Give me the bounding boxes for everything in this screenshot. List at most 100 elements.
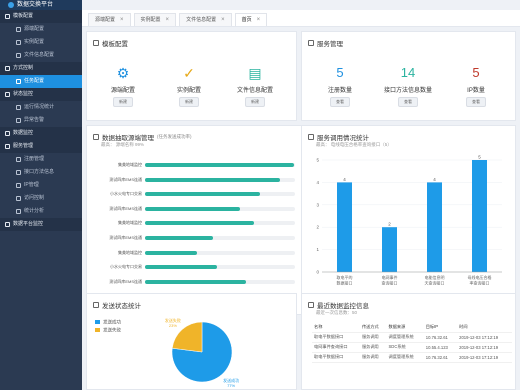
service-call-card: 服务调用情况统计 最高： 电线电压合格率查询接口（5） 0 1 2 3 4 5 4 取电平的数…: [301, 125, 516, 315]
stat-label: 文件信息配置: [236, 88, 273, 94]
close-icon[interactable]: ×: [221, 14, 225, 27]
y-tick-label: 0: [316, 270, 319, 275]
sidebar-group[interactable]: 模板配置: [0, 10, 82, 23]
sidebar-item-label: 文件信息配置: [24, 52, 55, 58]
x-tick-label: 电能信息明: [425, 274, 445, 280]
table-row[interactable]: 取电平数据接口 服务调用 调度管理系统 10.76.32.61 2019-12-03 1…: [312, 332, 512, 343]
menu-icon: [16, 40, 21, 45]
bar-value-label: 2: [388, 222, 391, 227]
column-header: 数据来源: [386, 322, 424, 333]
legend-swatch: [95, 320, 100, 324]
sidebar-item[interactable]: 访问控制: [0, 192, 82, 205]
stat-label: 源端配置: [110, 88, 135, 94]
source-name: 集美地域监控: [118, 220, 142, 226]
slice-label: 77%: [227, 383, 235, 388]
sidebar-item-label: 异常告警: [24, 117, 45, 123]
menu-icon: [5, 14, 10, 19]
template-config-card: 模板配置 ⚙ 源端配置 新建 ✓ 实例配置 新建 ▤ 文件信息配置 新建: [86, 31, 297, 121]
x-tick-label: 电网事件: [382, 274, 398, 280]
source-name: 测试四库EMS连通: [109, 278, 142, 284]
sidebar-item[interactable]: 实例配置: [0, 36, 82, 49]
y-tick-label: 3: [316, 202, 319, 207]
progress-track: [145, 177, 295, 182]
tab[interactable]: 文件信息配置 ×: [179, 13, 232, 26]
table-cell: 10.55.4.123: [423, 342, 458, 353]
list-item: 集美地域监控99%: [97, 162, 321, 168]
stat-registration: 5 注册数量 查看: [314, 64, 366, 107]
template-config-title: 模板配置: [93, 38, 128, 48]
sidebar-group[interactable]: 状态监控: [0, 88, 82, 101]
sidebar-item[interactable]: 文件信息配置: [0, 49, 82, 62]
progress-track: [145, 206, 295, 211]
stat-label: 实例配置: [176, 88, 201, 94]
bar-value-label: 4: [343, 177, 346, 182]
sidebar-item[interactable]: 运行情况统计: [0, 101, 82, 114]
list-item: 测试四库EMS连通45.25%: [97, 235, 326, 241]
sidebar-group[interactable]: 数据平台监控: [0, 218, 82, 231]
new-file-config-button[interactable]: 新建: [245, 97, 265, 107]
sidebar-item[interactable]: IP管理: [0, 179, 82, 192]
close-icon[interactable]: ×: [166, 14, 170, 27]
view-registration-button[interactable]: 查看: [330, 97, 350, 107]
document-icon: ▤: [248, 65, 262, 81]
sidebar-item-label: IP管理: [24, 182, 39, 188]
new-instance-config-button[interactable]: 新建: [179, 97, 199, 107]
sidebar-item-label: 模板配置: [13, 13, 34, 19]
dashboard: 模板配置 ⚙ 源端配置 新建 ✓ 实例配置 新建 ▤ 文件信息配置 新建 服务管…: [82, 27, 520, 390]
table-cell: 10.76.32.61: [423, 332, 458, 343]
menu-icon: [16, 209, 21, 214]
sidebar-item[interactable]: 注册管理: [0, 153, 82, 166]
sidebar-group[interactable]: 服务管理: [0, 140, 82, 153]
legend-swatch: [95, 328, 100, 332]
sidebar-item[interactable]: 任务配置: [0, 75, 82, 88]
table-cell: 服务调用: [359, 332, 387, 343]
sidebar-item[interactable]: 接口方法信息: [0, 166, 82, 179]
x-tick-label: 率查询接口: [470, 280, 490, 286]
sidebar-item[interactable]: 异常告警: [0, 114, 82, 127]
sidebar-item-label: 实例配置: [24, 39, 45, 45]
app-title: 数据交换平台: [17, 2, 54, 8]
progress-fill: [145, 279, 247, 284]
stat-interface-methods: 14 接口方法信息数量 查看: [382, 64, 434, 107]
menu-icon: [5, 222, 10, 227]
y-tick-label: 4: [316, 180, 319, 185]
table-cell: 电网事件查询接口: [312, 342, 360, 353]
table-row[interactable]: 取电平数据接口 服务调用 调度管理系统 10.76.32.61 2019-12-03 1…: [312, 352, 512, 363]
y-tick-label: 1: [316, 247, 319, 252]
stat-value: 5: [472, 65, 480, 80]
sidebar-group[interactable]: 数据监控: [0, 127, 82, 140]
tab-label: 源端配置: [95, 16, 116, 23]
tab[interactable]: 首页 ×: [234, 13, 268, 27]
sidebar-item[interactable]: 统计分析: [0, 205, 82, 218]
tab[interactable]: 实例配置 ×: [133, 13, 177, 27]
template-icon: [93, 40, 99, 46]
view-ip-button[interactable]: 查看: [466, 97, 486, 107]
list-item: 小水火电专口交易47.75%: [97, 264, 327, 270]
close-icon[interactable]: ×: [257, 14, 261, 27]
bar[interactable]: [472, 160, 487, 272]
bar[interactable]: [382, 227, 397, 272]
new-source-config-button[interactable]: 新建: [113, 97, 133, 107]
latest-monitor-subtitle: 最近一次信息数：50: [316, 310, 358, 315]
view-interface-methods-button[interactable]: 查看: [398, 97, 418, 107]
bar[interactable]: [427, 182, 442, 272]
sidebar-item-label: 数据监控: [13, 130, 34, 136]
stat-file-config: ▤ 文件信息配置 新建: [229, 64, 281, 107]
sidebar-item-label: 方式控制: [13, 65, 34, 71]
bar[interactable]: [337, 182, 352, 272]
sidebar-item-label: 统计分析: [24, 208, 45, 214]
table-row[interactable]: 电网事件查询接口 服务调用 SDC系统 10.55.4.123 2019-12-03 1…: [312, 342, 512, 353]
progress-fill: [145, 236, 213, 240]
sidebar-group[interactable]: 方式控制: [0, 62, 82, 75]
tab[interactable]: 源端配置 ×: [88, 13, 131, 26]
menu-icon: [16, 183, 21, 188]
sidebar-item[interactable]: 源端配置: [0, 23, 82, 36]
close-icon[interactable]: ×: [120, 14, 124, 27]
source-name: 测试四库EMS连通: [109, 205, 142, 211]
list-item: 测试四库EMS连通90%: [97, 177, 321, 183]
progress-track: [145, 192, 295, 197]
y-tick-label: 2: [316, 225, 319, 230]
y-tick-label: 5: [316, 158, 319, 163]
bar-chart-icon: [93, 134, 99, 140]
source-name: 小水火电专口交易: [110, 191, 142, 197]
